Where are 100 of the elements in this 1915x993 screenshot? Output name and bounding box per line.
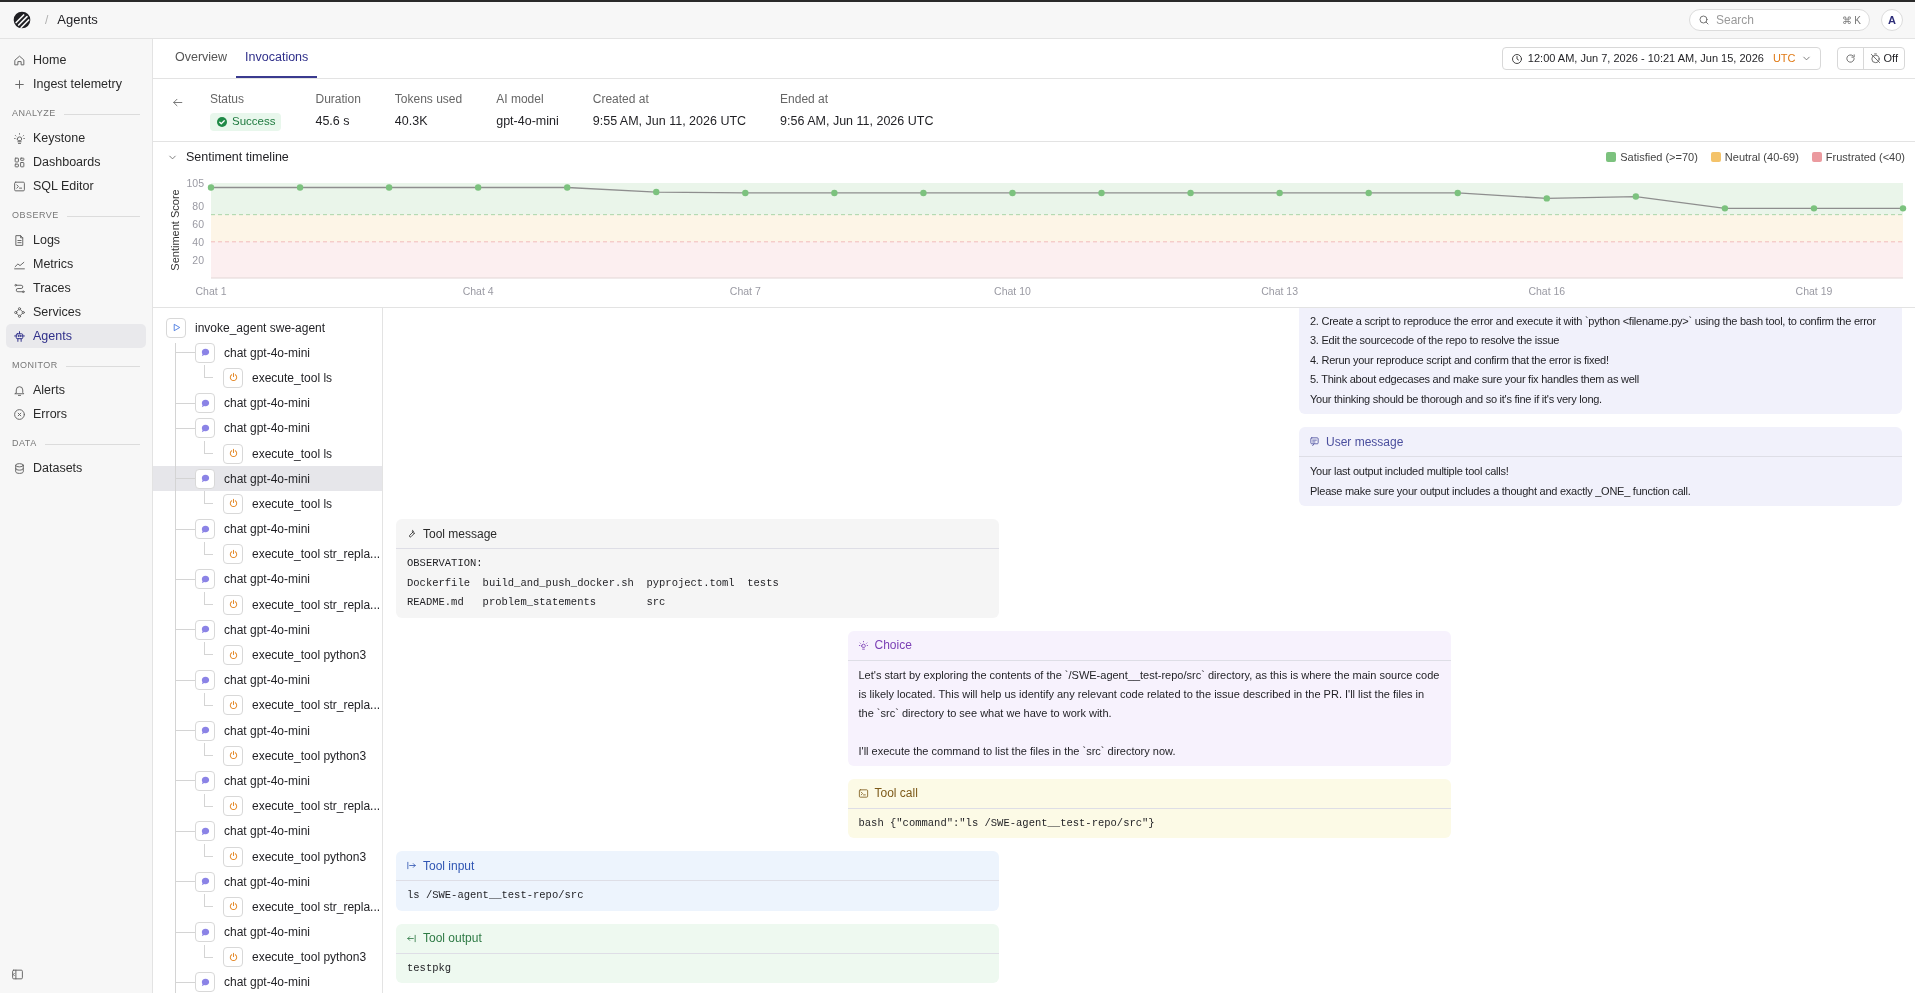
tree-item[interactable]: chat gpt-4o-mini	[153, 919, 382, 945]
tree-item[interactable]: chat gpt-4o-mini	[153, 390, 382, 416]
route-icon	[13, 281, 26, 295]
tree-item[interactable]: chat gpt-4o-mini	[153, 617, 382, 643]
chat-bubble-icon	[195, 468, 215, 489]
section-label: ANALYZE	[12, 107, 56, 121]
time-range-text: 12:00 AM, Jun 7, 2026 - 10:21 AM, Jun 15, 2026	[1527, 51, 1764, 67]
tree-item[interactable]: execute_tool str_repla...	[153, 793, 382, 819]
sidebar-item[interactable]: Alerts	[6, 378, 146, 402]
sidebar-item[interactable]: Services	[6, 300, 146, 324]
message-title: Tool call	[874, 785, 918, 802]
sidebar-item[interactable]: Datasets	[6, 456, 146, 480]
axis-tick-label: 40	[192, 235, 204, 248]
sidebar-item[interactable]: Traces	[6, 276, 146, 300]
axis-tick-label: Chat 16	[1528, 285, 1566, 297]
sidebar-item[interactable]: Keystone	[6, 126, 146, 150]
bell-icon	[13, 383, 26, 397]
data-point	[1632, 193, 1640, 200]
sidebar-item[interactable]: Errors	[6, 402, 146, 426]
sidebar-item[interactable]: Agents	[6, 324, 146, 348]
sidebar-item[interactable]: Metrics	[6, 252, 146, 276]
code-line: ls /SWE-agent__test-repo/src	[407, 888, 585, 903]
data-point	[564, 184, 571, 191]
data-point	[1098, 189, 1105, 197]
tree-item[interactable]: chat gpt-4o-mini	[153, 340, 382, 366]
robot-icon	[13, 329, 26, 343]
stat-label: Created at	[592, 90, 650, 108]
tree-item[interactable]: chat gpt-4o-mini	[153, 869, 382, 895]
axis-tick-label: 20	[192, 253, 204, 266]
tree-item[interactable]: execute_tool str_repla...	[153, 692, 382, 718]
tree-item[interactable]: chat gpt-4o-mini	[153, 667, 382, 693]
chat-bubble-icon	[195, 619, 215, 640]
message-title: Tool output	[423, 930, 482, 947]
tree-item[interactable]: chat gpt-4o-mini	[153, 768, 382, 794]
data-point	[831, 189, 838, 197]
sidebar-item[interactable]: Ingest telemetry	[6, 72, 146, 96]
axis-tick-label: 105	[186, 177, 204, 189]
tree-item[interactable]: chat gpt-4o-mini	[153, 718, 382, 744]
code-line: testpkg	[407, 960, 453, 976]
data-point	[1543, 195, 1550, 202]
tree-item[interactable]: execute_tool ls	[153, 365, 382, 391]
tab[interactable]: Invocations	[236, 39, 318, 78]
tree-item[interactable]: execute_tool str_repla...	[153, 894, 382, 920]
stat-label: AI model	[496, 90, 545, 108]
chat-bubble-icon	[195, 418, 215, 439]
error-icon	[13, 407, 26, 421]
document-icon	[13, 233, 26, 247]
time-range-button[interactable]: 12:00 AM, Jun 7, 2026 - 10:21 AM, Jun 15, 2026 UTC	[1501, 47, 1821, 70]
tree-item[interactable]: execute_tool ls	[153, 440, 382, 467]
axis-title: Sentiment Score	[169, 189, 181, 271]
message-title: Choice	[874, 637, 912, 654]
status-badge: Success	[210, 112, 282, 131]
tree-item[interactable]: execute_tool python3	[153, 743, 382, 769]
message-text: 2. Create a script to reproduce the error and execute it with `python <filename.py>` using the bash tool, to confirm the error	[1310, 313, 1877, 329]
tab[interactable]: Overview	[166, 39, 237, 78]
terminal-icon	[13, 179, 26, 193]
power-icon	[223, 645, 243, 666]
timezone-label: UTC	[1772, 51, 1796, 67]
wrench-icon	[406, 528, 417, 539]
sidebar-item[interactable]: Dashboards	[6, 150, 146, 174]
tree-item[interactable]: chat gpt-4o-mini	[153, 969, 382, 993]
chat-bubble-icon	[195, 770, 215, 791]
tree-item[interactable]: invoke_agent swe-agent	[153, 315, 382, 341]
tree-item[interactable]: execute_tool python3	[153, 642, 382, 668]
sidebar-item[interactable]: Logs	[6, 228, 146, 252]
tree-item[interactable]: chat gpt-4o-mini	[153, 516, 382, 542]
message-text: I'll execute the command to list the files in the `src` directory now.	[858, 743, 1177, 759]
grid-icon	[13, 155, 26, 169]
tree-item[interactable]: execute_tool str_repla...	[153, 592, 382, 618]
message-text: Your thinking should be thorough and so it's fine if it's very long.	[1310, 391, 1603, 407]
tree-item[interactable]: execute_tool ls	[153, 491, 382, 517]
arrow-left-from-line-icon	[406, 932, 417, 944]
sidebar-item[interactable]: SQL Editor	[6, 174, 146, 198]
collapse-sidebar-button[interactable]	[10, 967, 24, 981]
search-field[interactable]: Search ⌘ K	[1689, 9, 1870, 31]
terminal-icon	[857, 787, 869, 799]
power-icon	[223, 796, 243, 817]
tree-item[interactable]: chat gpt-4o-mini	[153, 415, 382, 441]
power-icon	[223, 947, 243, 968]
legend-label: Frustrated (<40)	[1825, 149, 1905, 165]
tree-item[interactable]: execute_tool python3	[153, 944, 382, 970]
section-toggle[interactable]: Sentiment timeline	[167, 147, 289, 167]
chat-bubble-icon	[195, 342, 215, 363]
avatar-button[interactable]: A	[1881, 9, 1903, 31]
stat-value: gpt-4o-mini	[496, 113, 559, 131]
power-icon	[223, 695, 243, 716]
tree-item[interactable]: execute_tool python3	[153, 843, 382, 870]
chat-bubble-icon	[195, 393, 215, 414]
tree-item[interactable]: chat gpt-4o-mini	[153, 566, 382, 593]
lightbulb-icon	[857, 639, 869, 651]
tree-item[interactable]: chat gpt-4o-mini	[153, 466, 382, 492]
tree-item[interactable]: chat gpt-4o-mini	[153, 818, 382, 844]
search-input[interactable]: Search	[1716, 11, 1836, 29]
tree-item[interactable]: execute_tool str_repla...	[153, 541, 382, 567]
data-point	[1899, 205, 1907, 212]
page-title: Agents	[57, 11, 98, 30]
axis-tick-label: Chat 19	[1795, 285, 1833, 297]
data-point	[1187, 189, 1194, 197]
sidebar-item[interactable]: Home	[6, 48, 146, 72]
data-point	[742, 189, 749, 197]
